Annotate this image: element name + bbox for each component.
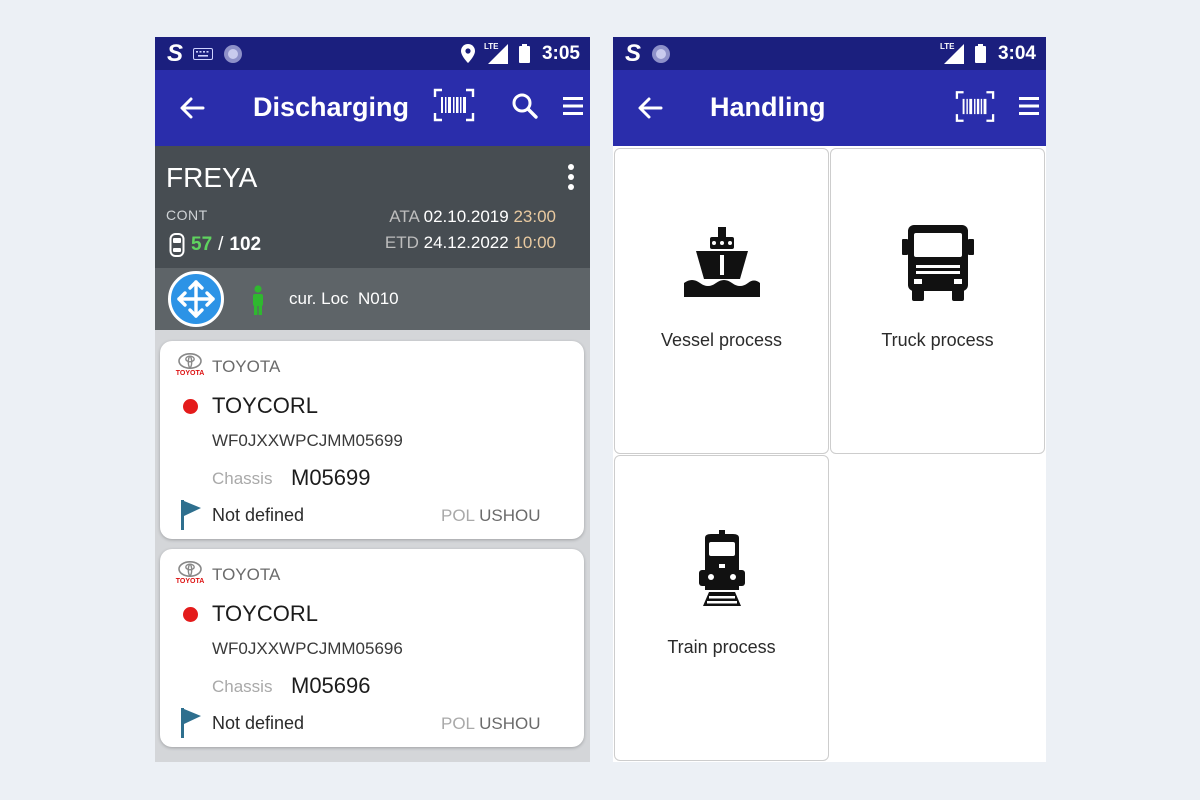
sync-icon — [652, 44, 671, 63]
app-bar: Handling — [613, 70, 1046, 146]
tile-truck-process[interactable]: Truck process — [830, 148, 1045, 454]
chassis-label: Chassis — [212, 677, 273, 696]
location-icon — [460, 44, 475, 63]
tile-label: Train process — [667, 637, 776, 657]
ata-time: 23:00 — [513, 207, 556, 226]
done-count: 57 — [191, 234, 213, 255]
status-time: 3:05 — [541, 42, 580, 64]
vehicle-model: TOYCORL — [212, 601, 318, 626]
status-bar: S LTE 3:04 — [613, 37, 1046, 70]
search-icon[interactable] — [511, 92, 539, 120]
lte-signal-icon: LTE — [940, 42, 966, 65]
back-arrow-icon[interactable] — [635, 94, 665, 122]
vehicle-brand: TOYOTA — [212, 357, 281, 376]
discharge-status: Not defined — [212, 713, 305, 733]
battery-icon — [974, 44, 986, 63]
tile-train-process[interactable]: Train process — [614, 455, 829, 761]
etd-label: ETD — [384, 233, 419, 252]
vehicle-vin: WF0JXXWPCJMM05699 — [212, 431, 403, 450]
location-value: N010 — [358, 289, 399, 308]
port-of-loading: POL USHOU — [441, 714, 541, 734]
battery-icon — [518, 44, 530, 63]
count-separator: / — [218, 234, 224, 255]
tile-label: Truck process — [881, 330, 994, 350]
barcode-scan-icon[interactable] — [955, 90, 995, 123]
ship-icon — [683, 227, 760, 297]
vessel-name: FREYA — [166, 162, 258, 193]
pol-value: USHOU — [479, 506, 541, 525]
keyboard-icon — [193, 47, 214, 60]
menu-icon[interactable] — [563, 96, 583, 116]
vehicle-model: TOYCORL — [212, 393, 318, 418]
train-icon — [698, 530, 745, 606]
tile-vessel-process[interactable]: Vessel process — [614, 148, 829, 454]
logo-text: TOYOTA — [175, 370, 205, 377]
discharging-screen: S LTE 3:05 Discharging FREYA CONT 57 / 1… — [155, 37, 590, 762]
etd-time: 10:00 — [513, 233, 556, 252]
toyota-logo-icon: TOYOTA — [174, 560, 206, 593]
status-bar: S LTE 3:05 — [155, 37, 590, 70]
chassis-value: M05696 — [291, 673, 371, 698]
move-arrows-icon — [177, 280, 215, 318]
app-logo-icon: S — [167, 39, 184, 67]
page-title: Discharging — [253, 92, 410, 122]
vehicle-brand: TOYOTA — [212, 565, 281, 584]
car-icon — [169, 233, 185, 257]
etd-row: ETD 24.12.2022 10:00 — [385, 233, 556, 253]
total-count: 102 — [229, 234, 262, 255]
vehicle-vin: WF0JXXWPCJMM05696 — [212, 639, 403, 658]
vehicle-card[interactable]: TOYOTA TOYOTA TOYCORL WF0JXXWPCJMM05699 … — [160, 341, 584, 539]
toyota-logo-icon: TOYOTA — [174, 352, 206, 385]
app-bar: Discharging — [155, 70, 590, 146]
vessel-header: FREYA CONT 57 / 102 ATA 02.10.2019 23:00… — [155, 146, 590, 268]
vehicle-card[interactable]: TOYOTA TOYOTA TOYCORL WF0JXXWPCJMM05696 … — [160, 549, 584, 747]
pol-value: USHOU — [479, 714, 541, 733]
move-button[interactable] — [168, 271, 224, 327]
handling-screen: S LTE 3:04 Handling Vessel process Truck… — [613, 37, 1046, 762]
status-dot — [183, 607, 198, 622]
flag-icon — [181, 500, 201, 530]
truck-icon — [901, 225, 974, 301]
chassis-value: M05699 — [291, 465, 371, 490]
discharge-status: Not defined — [212, 505, 305, 525]
unit-count: 57 / 102 — [169, 232, 261, 258]
chassis-label: Chassis — [212, 469, 273, 488]
page-title: Handling — [710, 92, 826, 122]
location-bar: cur. Loc N010 — [155, 268, 590, 330]
logo-text: TOYOTA — [175, 578, 205, 585]
status-time: 3:04 — [997, 42, 1036, 64]
more-options-icon[interactable] — [568, 164, 576, 194]
etd-date: 24.12.2022 — [423, 233, 509, 252]
location-label: cur. Loc — [289, 289, 349, 308]
status-dot — [183, 399, 198, 414]
pol-label: POL — [441, 714, 475, 733]
person-icon — [253, 285, 263, 315]
barcode-scan-icon[interactable] — [433, 88, 475, 122]
back-arrow-icon[interactable] — [177, 94, 207, 122]
ata-row: ATA 02.10.2019 23:00 — [389, 207, 556, 227]
app-logo-icon: S — [625, 39, 642, 67]
flag-icon — [181, 708, 201, 738]
pol-label: POL — [441, 506, 475, 525]
current-location: cur. Loc N010 — [289, 289, 399, 309]
port-of-loading: POL USHOU — [441, 506, 541, 526]
sync-icon — [224, 44, 243, 63]
tile-label: Vessel process — [660, 330, 783, 350]
lte-signal-icon: LTE — [484, 42, 510, 65]
menu-icon[interactable] — [1019, 96, 1039, 116]
ata-date: 02.10.2019 — [423, 207, 509, 226]
vessel-type: CONT — [166, 207, 208, 223]
ata-label: ATA — [389, 207, 419, 226]
